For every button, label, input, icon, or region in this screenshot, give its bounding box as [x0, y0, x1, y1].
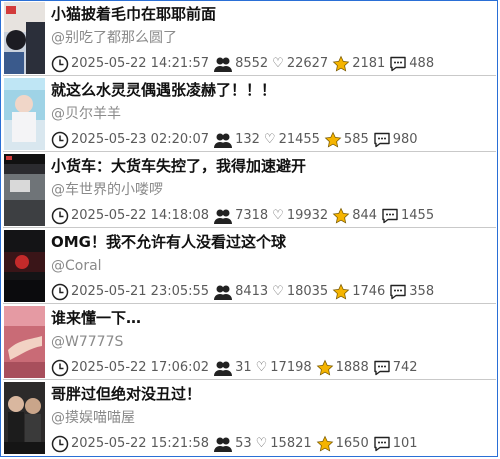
like-count: 22627 — [286, 56, 329, 71]
comment-icon — [389, 56, 407, 72]
video-list: 小猫披着毛巾在耶耶前面 @别吃了都那么圆了 2025-05-22 14:21:5… — [0, 0, 498, 457]
clock-icon — [51, 55, 69, 73]
like-count: 21455 — [278, 132, 320, 147]
clock-icon — [51, 359, 69, 377]
people-icon — [213, 208, 233, 224]
heart-icon: ♡ — [263, 132, 276, 147]
favorite-count: 2181 — [352, 56, 386, 71]
comment-icon — [389, 284, 407, 300]
video-author[interactable]: @摸娱喵喵屋 — [51, 408, 135, 428]
video-title[interactable]: 就这么水灵灵偶遇张凌赫了！！！ — [51, 79, 492, 101]
list-item[interactable]: 小货车：大货车失控了，我得加速避开 @车世界的小喽啰 2025-05-22 14… — [3, 153, 496, 228]
clock-icon — [51, 283, 69, 301]
list-item[interactable]: 就这么水灵灵偶遇张凌赫了！！！ @贝尔羊羊 2025-05-23 02:20:0… — [3, 77, 496, 152]
clock-icon — [51, 131, 69, 149]
people-icon — [213, 284, 233, 300]
video-stats: 2025-05-22 15:21:58 53 ♡ 15821 1650 101 — [51, 434, 422, 454]
video-author[interactable]: @贝尔羊羊 — [51, 104, 121, 124]
video-thumbnail[interactable] — [4, 2, 45, 74]
play-count: 8413 — [235, 284, 269, 299]
like-count: 15821 — [270, 436, 312, 451]
star-icon — [332, 207, 350, 225]
comment-icon — [373, 436, 391, 452]
favorite-count: 844 — [352, 208, 378, 223]
favorite-count: 1746 — [352, 284, 386, 299]
video-title[interactable]: 小货车：大货车失控了，我得加速避开 — [51, 155, 492, 177]
clock-icon — [51, 435, 69, 453]
video-stats: 2025-05-23 02:20:07 132 ♡ 21455 585 980 — [51, 130, 422, 150]
heart-icon: ♡ — [272, 284, 284, 299]
comment-icon — [381, 208, 399, 224]
play-count: 132 — [235, 132, 260, 147]
like-count: 18035 — [286, 284, 329, 299]
people-icon — [213, 360, 233, 376]
publish-date: 2025-05-22 14:18:08 — [71, 208, 210, 223]
people-icon — [213, 132, 233, 148]
comment-count: 101 — [392, 436, 418, 451]
video-title[interactable]: OMG！我不允许有人没看过这个球 — [51, 231, 492, 253]
heart-icon: ♡ — [255, 360, 268, 375]
video-author[interactable]: @W7777S — [51, 332, 123, 352]
star-icon — [316, 435, 334, 453]
like-count: 17198 — [270, 360, 312, 375]
video-thumbnail[interactable] — [4, 230, 45, 302]
video-stats: 2025-05-22 14:18:08 7318 ♡ 19932 844 145… — [51, 206, 438, 226]
video-title[interactable]: 谁来懂一下… — [51, 307, 492, 329]
list-item[interactable]: OMG！我不允许有人没看过这个球 @Coral 2025-05-21 23:05… — [3, 229, 496, 304]
list-item[interactable]: 哥胖过但绝对没丑过！ @摸娱喵喵屋 2025-05-22 15:21:58 53… — [3, 381, 496, 456]
people-icon — [213, 56, 233, 72]
publish-date: 2025-05-23 02:20:07 — [71, 132, 210, 147]
video-thumbnail[interactable] — [4, 154, 45, 226]
comment-count: 1455 — [401, 208, 435, 223]
clock-icon — [51, 207, 69, 225]
heart-icon: ♡ — [272, 208, 284, 223]
comment-icon — [373, 132, 391, 148]
list-item[interactable]: 谁来懂一下… @W7777S 2025-05-22 17:06:02 31 ♡ … — [3, 305, 496, 380]
video-title[interactable]: 小猫披着毛巾在耶耶前面 — [51, 3, 492, 25]
video-author[interactable]: @Coral — [51, 256, 102, 276]
star-icon — [324, 131, 342, 149]
favorite-count: 1888 — [335, 360, 369, 375]
like-count: 19932 — [286, 208, 329, 223]
comment-count: 488 — [409, 56, 435, 71]
play-count: 7318 — [235, 208, 269, 223]
heart-icon: ♡ — [272, 56, 284, 71]
publish-date: 2025-05-22 15:21:58 — [71, 436, 210, 451]
video-thumbnail[interactable] — [4, 78, 45, 150]
comment-count: 742 — [392, 360, 418, 375]
video-stats: 2025-05-22 17:06:02 31 ♡ 17198 1888 742 — [51, 358, 422, 378]
video-author[interactable]: @车世界的小喽啰 — [51, 180, 163, 200]
favorite-count: 1650 — [335, 436, 369, 451]
heart-icon: ♡ — [255, 436, 268, 451]
favorite-count: 585 — [343, 132, 369, 147]
star-icon — [332, 283, 350, 301]
video-title[interactable]: 哥胖过但绝对没丑过！ — [51, 383, 492, 405]
video-stats: 2025-05-21 23:05:55 8413 ♡ 18035 1746 35… — [51, 282, 438, 302]
video-stats: 2025-05-22 14:21:57 8552 ♡ 22627 2181 48… — [51, 54, 438, 74]
star-icon — [332, 55, 350, 73]
publish-date: 2025-05-22 14:21:57 — [71, 56, 210, 71]
play-count: 8552 — [235, 56, 269, 71]
publish-date: 2025-05-22 17:06:02 — [71, 360, 210, 375]
play-count: 53 — [235, 436, 252, 451]
people-icon — [213, 436, 233, 452]
video-thumbnail[interactable] — [4, 306, 45, 378]
video-thumbnail[interactable] — [4, 382, 45, 454]
play-count: 31 — [235, 360, 252, 375]
video-author[interactable]: @别吃了都那么圆了 — [51, 28, 177, 48]
comment-count: 358 — [409, 284, 435, 299]
comment-count: 980 — [392, 132, 418, 147]
publish-date: 2025-05-21 23:05:55 — [71, 284, 210, 299]
star-icon — [316, 359, 334, 377]
comment-icon — [373, 360, 391, 376]
list-item[interactable]: 小猫披着毛巾在耶耶前面 @别吃了都那么圆了 2025-05-22 14:21:5… — [3, 1, 496, 76]
